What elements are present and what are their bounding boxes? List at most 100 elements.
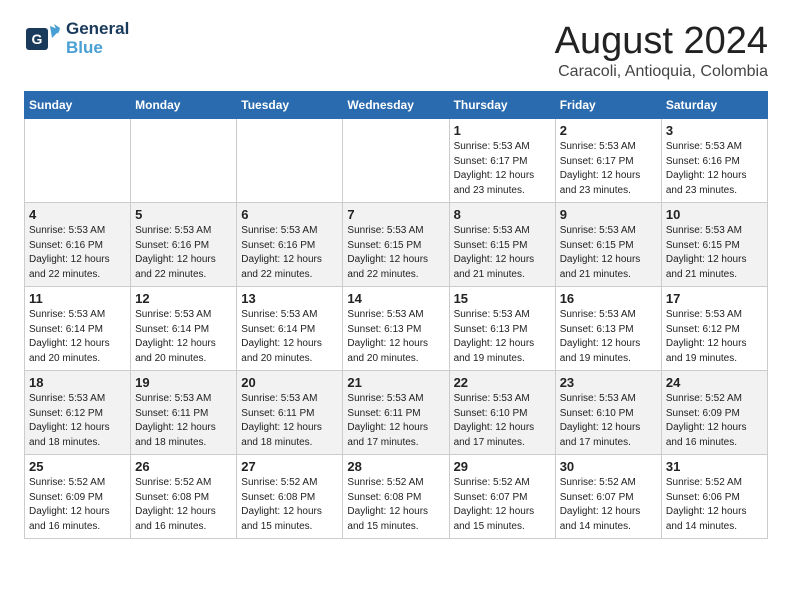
day-number: 17 bbox=[666, 291, 763, 306]
day-number: 22 bbox=[454, 375, 551, 390]
calendar-cell: 28 Sunrise: 5:52 AM Sunset: 6:08 PM Dayli… bbox=[343, 455, 449, 539]
calendar-cell: 31 Sunrise: 5:52 AM Sunset: 6:06 PM Dayli… bbox=[661, 455, 767, 539]
calendar-cell: 20 Sunrise: 5:53 AM Sunset: 6:11 PM Dayli… bbox=[237, 371, 343, 455]
calendar-cell: 7 Sunrise: 5:53 AM Sunset: 6:15 PM Daylig… bbox=[343, 203, 449, 287]
weekday-header-sunday: Sunday bbox=[25, 92, 131, 119]
svg-text:G: G bbox=[32, 31, 43, 47]
calendar-cell: 1 Sunrise: 5:53 AM Sunset: 6:17 PM Daylig… bbox=[449, 119, 555, 203]
weekday-header-row: SundayMondayTuesdayWednesdayThursdayFrid… bbox=[25, 92, 768, 119]
day-info: Sunrise: 5:52 AM Sunset: 6:07 PM Dayligh… bbox=[560, 476, 657, 534]
calendar-week-row: 11 Sunrise: 5:53 AM Sunset: 6:14 PM Dayli… bbox=[25, 287, 768, 371]
weekday-header-friday: Friday bbox=[555, 92, 661, 119]
day-info: Sunrise: 5:52 AM Sunset: 6:08 PM Dayligh… bbox=[347, 476, 444, 534]
calendar-table: SundayMondayTuesdayWednesdayThursdayFrid… bbox=[24, 91, 768, 539]
day-info: Sunrise: 5:53 AM Sunset: 6:17 PM Dayligh… bbox=[454, 140, 551, 198]
day-info: Sunrise: 5:53 AM Sunset: 6:15 PM Dayligh… bbox=[454, 224, 551, 282]
day-info: Sunrise: 5:53 AM Sunset: 6:11 PM Dayligh… bbox=[241, 392, 338, 450]
day-info: Sunrise: 5:53 AM Sunset: 6:16 PM Dayligh… bbox=[666, 140, 763, 198]
calendar-cell: 4Sunrise: 5:53 AM Sunset: 6:16 PM Daylig… bbox=[25, 203, 131, 287]
logo-text-blue: Blue bbox=[66, 39, 129, 58]
day-number: 18 bbox=[29, 375, 126, 390]
day-info: Sunrise: 5:53 AM Sunset: 6:14 PM Dayligh… bbox=[241, 308, 338, 366]
day-number: 30 bbox=[560, 459, 657, 474]
weekday-header-wednesday: Wednesday bbox=[343, 92, 449, 119]
day-info: Sunrise: 5:53 AM Sunset: 6:10 PM Dayligh… bbox=[454, 392, 551, 450]
day-number: 12 bbox=[135, 291, 232, 306]
day-number: 16 bbox=[560, 291, 657, 306]
day-info: Sunrise: 5:53 AM Sunset: 6:16 PM Dayligh… bbox=[241, 224, 338, 282]
day-info: Sunrise: 5:53 AM Sunset: 6:13 PM Dayligh… bbox=[454, 308, 551, 366]
weekday-header-thursday: Thursday bbox=[449, 92, 555, 119]
calendar-cell: 23 Sunrise: 5:53 AM Sunset: 6:10 PM Dayli… bbox=[555, 371, 661, 455]
calendar-subtitle: Caracoli, Antioquia, Colombia bbox=[555, 63, 768, 81]
day-number: 25 bbox=[29, 459, 126, 474]
calendar-cell: 30 Sunrise: 5:52 AM Sunset: 6:07 PM Dayli… bbox=[555, 455, 661, 539]
calendar-cell bbox=[131, 119, 237, 203]
day-number: 3 bbox=[666, 123, 763, 138]
calendar-week-row: 18Sunrise: 5:53 AM Sunset: 6:12 PM Dayli… bbox=[25, 371, 768, 455]
day-info: Sunrise: 5:53 AM Sunset: 6:15 PM Dayligh… bbox=[347, 224, 444, 282]
day-info: Sunrise: 5:53 AM Sunset: 6:15 PM Dayligh… bbox=[560, 224, 657, 282]
day-info: Sunrise: 5:53 AM Sunset: 6:11 PM Dayligh… bbox=[135, 392, 232, 450]
day-info: Sunrise: 5:53 AM Sunset: 6:16 PM Dayligh… bbox=[135, 224, 232, 282]
day-info: Sunrise: 5:53 AM Sunset: 6:14 PM Dayligh… bbox=[135, 308, 232, 366]
calendar-cell: 11Sunrise: 5:53 AM Sunset: 6:14 PM Dayli… bbox=[25, 287, 131, 371]
calendar-cell: 19Sunrise: 5:53 AM Sunset: 6:11 PM Dayli… bbox=[131, 371, 237, 455]
day-info: Sunrise: 5:53 AM Sunset: 6:11 PM Dayligh… bbox=[347, 392, 444, 450]
day-number: 21 bbox=[347, 375, 444, 390]
weekday-header-tuesday: Tuesday bbox=[237, 92, 343, 119]
calendar-cell: 8 Sunrise: 5:53 AM Sunset: 6:15 PM Daylig… bbox=[449, 203, 555, 287]
calendar-cell: 2 Sunrise: 5:53 AM Sunset: 6:17 PM Daylig… bbox=[555, 119, 661, 203]
day-number: 6 bbox=[241, 207, 338, 222]
logo-icon: G bbox=[24, 20, 62, 58]
day-info: Sunrise: 5:53 AM Sunset: 6:13 PM Dayligh… bbox=[347, 308, 444, 366]
day-number: 5 bbox=[135, 207, 232, 222]
day-number: 26 bbox=[135, 459, 232, 474]
day-number: 7 bbox=[347, 207, 444, 222]
day-info: Sunrise: 5:53 AM Sunset: 6:12 PM Dayligh… bbox=[666, 308, 763, 366]
header: G General Blue August 2024 Caracoli, Ant… bbox=[24, 20, 768, 81]
calendar-cell: 16 Sunrise: 5:53 AM Sunset: 6:13 PM Dayli… bbox=[555, 287, 661, 371]
day-number: 20 bbox=[241, 375, 338, 390]
day-number: 8 bbox=[454, 207, 551, 222]
day-number: 4 bbox=[29, 207, 126, 222]
day-info: Sunrise: 5:53 AM Sunset: 6:17 PM Dayligh… bbox=[560, 140, 657, 198]
calendar-cell: 26 Sunrise: 5:52 AM Sunset: 6:08 PM Dayli… bbox=[131, 455, 237, 539]
calendar-cell: 5 Sunrise: 5:53 AM Sunset: 6:16 PM Daylig… bbox=[131, 203, 237, 287]
calendar-cell: 27 Sunrise: 5:52 AM Sunset: 6:08 PM Dayli… bbox=[237, 455, 343, 539]
day-number: 2 bbox=[560, 123, 657, 138]
day-number: 1 bbox=[454, 123, 551, 138]
calendar-cell: 24Sunrise: 5:52 AM Sunset: 6:09 PM Dayli… bbox=[661, 371, 767, 455]
calendar-cell: 12 Sunrise: 5:53 AM Sunset: 6:14 PM Dayli… bbox=[131, 287, 237, 371]
day-number: 27 bbox=[241, 459, 338, 474]
day-number: 9 bbox=[560, 207, 657, 222]
day-info: Sunrise: 5:52 AM Sunset: 6:07 PM Dayligh… bbox=[454, 476, 551, 534]
day-info: Sunrise: 5:53 AM Sunset: 6:13 PM Dayligh… bbox=[560, 308, 657, 366]
day-number: 31 bbox=[666, 459, 763, 474]
day-number: 28 bbox=[347, 459, 444, 474]
day-number: 10 bbox=[666, 207, 763, 222]
calendar-cell: 3 Sunrise: 5:53 AM Sunset: 6:16 PM Daylig… bbox=[661, 119, 767, 203]
calendar-cell: 13 Sunrise: 5:53 AM Sunset: 6:14 PM Dayli… bbox=[237, 287, 343, 371]
day-info: Sunrise: 5:52 AM Sunset: 6:09 PM Dayligh… bbox=[666, 392, 763, 450]
calendar-cell: 21 Sunrise: 5:53 AM Sunset: 6:11 PM Dayli… bbox=[343, 371, 449, 455]
day-info: Sunrise: 5:53 AM Sunset: 6:10 PM Dayligh… bbox=[560, 392, 657, 450]
calendar-cell bbox=[237, 119, 343, 203]
day-number: 29 bbox=[454, 459, 551, 474]
calendar-cell bbox=[343, 119, 449, 203]
day-number: 11 bbox=[29, 291, 126, 306]
day-info: Sunrise: 5:53 AM Sunset: 6:15 PM Dayligh… bbox=[666, 224, 763, 282]
calendar-week-row: 25 Sunrise: 5:52 AM Sunset: 6:09 PM Dayli… bbox=[25, 455, 768, 539]
day-info: Sunrise: 5:52 AM Sunset: 6:08 PM Dayligh… bbox=[241, 476, 338, 534]
day-number: 13 bbox=[241, 291, 338, 306]
calendar-cell: 18Sunrise: 5:53 AM Sunset: 6:12 PM Dayli… bbox=[25, 371, 131, 455]
day-number: 23 bbox=[560, 375, 657, 390]
calendar-cell bbox=[25, 119, 131, 203]
day-info: Sunrise: 5:52 AM Sunset: 6:06 PM Dayligh… bbox=[666, 476, 763, 534]
weekday-header-monday: Monday bbox=[131, 92, 237, 119]
day-info: Sunrise: 5:52 AM Sunset: 6:09 PM Dayligh… bbox=[29, 476, 126, 534]
calendar-week-row: 4 Sunrise: 5:53 AM Sunset: 6:16 PM Daylig… bbox=[25, 203, 768, 287]
calendar-cell: 25 Sunrise: 5:52 AM Sunset: 6:09 PM Dayli… bbox=[25, 455, 131, 539]
day-number: 14 bbox=[347, 291, 444, 306]
day-info: Sunrise: 5:52 AM Sunset: 6:08 PM Dayligh… bbox=[135, 476, 232, 534]
